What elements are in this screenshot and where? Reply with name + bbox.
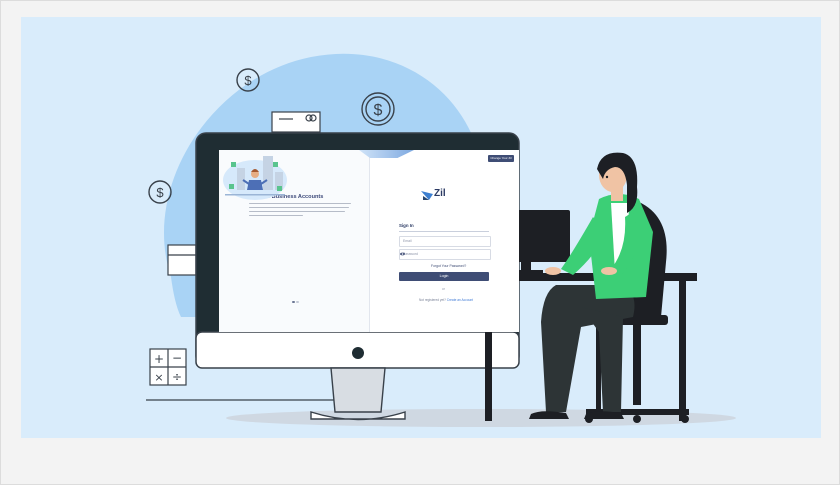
business-person-illustration xyxy=(223,156,287,200)
signin-title: Sign In xyxy=(399,223,414,228)
register-prompt-text: Not registered yet? xyxy=(418,298,446,302)
brand-mark-icon xyxy=(421,191,433,200)
dollar-coin-icon: $ xyxy=(148,180,172,204)
signin-divider xyxy=(399,231,489,232)
create-account-link[interactable]: Create an Account xyxy=(447,298,473,302)
credit-card-icon xyxy=(271,111,321,133)
svg-text:×: × xyxy=(154,371,163,384)
svg-text:$: $ xyxy=(244,73,252,88)
image-frame: $ $ $ + − × ÷ Multiple Business Accounts… xyxy=(0,0,840,485)
or-separator: or xyxy=(442,287,445,291)
login-screen: Multiple Business Accounts Change Your Z… xyxy=(219,150,519,332)
top-right-button[interactable]: Change Your Zil xyxy=(488,155,514,162)
panel-divider xyxy=(369,150,370,332)
register-prompt: Not registered yet? Create an Account xyxy=(401,298,491,302)
credit-card-icon xyxy=(167,244,197,276)
email-placeholder: Email xyxy=(403,239,412,243)
svg-text:÷: ÷ xyxy=(172,370,182,384)
carousel-dots[interactable] xyxy=(292,290,302,303)
promo-text-line xyxy=(249,207,349,209)
svg-text:−: − xyxy=(172,351,182,365)
forgot-password-link[interactable]: Forgot Your Password? xyxy=(431,264,466,268)
brand-name: Zil xyxy=(434,188,446,199)
illustration-hero: $ $ $ + − × ÷ Multiple Business Accounts… xyxy=(21,17,821,438)
password-placeholder: Password xyxy=(403,252,418,256)
svg-text:+: + xyxy=(154,352,164,366)
login-button[interactable]: Login xyxy=(399,272,489,281)
brand-logo: Zil xyxy=(421,188,461,202)
promo-text-line xyxy=(249,211,345,213)
svg-text:$: $ xyxy=(374,102,383,119)
promo-text-line xyxy=(249,203,351,205)
password-field[interactable]: Password xyxy=(399,249,491,260)
email-field[interactable]: Email xyxy=(399,236,491,247)
promo-panel: Multiple Business Accounts xyxy=(219,150,369,332)
visibility-eye-icon[interactable] xyxy=(400,252,405,256)
calculator-icon: + − × ÷ xyxy=(149,348,187,386)
promo-text-line xyxy=(249,215,303,217)
svg-text:$: $ xyxy=(156,185,164,200)
